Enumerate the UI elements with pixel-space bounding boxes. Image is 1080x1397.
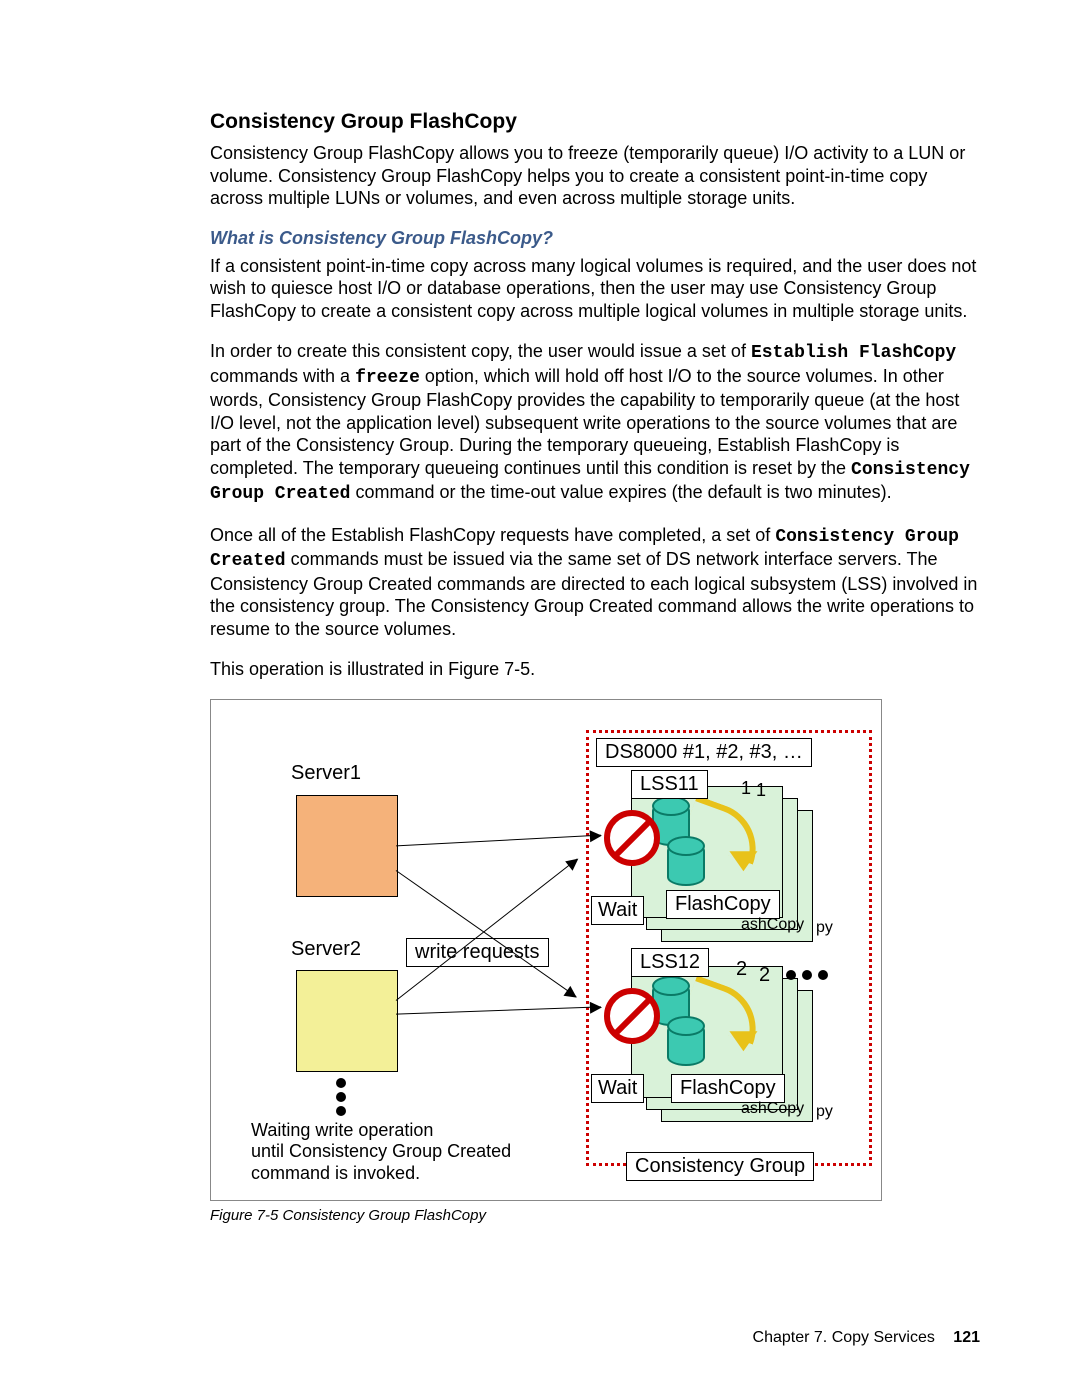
lss12-suffix-2b: 2 — [759, 964, 770, 987]
arrow-server2-to-lss12 — [396, 1006, 601, 1014]
page-footer: Chapter 7. Copy Services 121 — [753, 1329, 980, 1347]
footer-chapter: Chapter 7. Copy Services — [753, 1329, 935, 1346]
lss12-suffix-2a: 2 — [736, 958, 747, 981]
p2-text-a: In order to create this consistent copy,… — [210, 341, 751, 361]
section-heading: Consistency Group FlashCopy — [210, 110, 980, 134]
paragraph-3: Once all of the Establish FlashCopy requ… — [210, 524, 980, 641]
note-line-2: until Consistency Group Created — [251, 1141, 511, 1161]
cylinder-icon — [667, 842, 705, 886]
paragraph-2: In order to create this consistent copy,… — [210, 340, 980, 506]
figure-caption: Figure 7-5 Consistency Group FlashCopy — [210, 1207, 980, 1224]
paragraph-4: This operation is illustrated in Figure … — [210, 658, 980, 681]
p2-text-b: commands with a — [210, 366, 355, 386]
label-wait-2: Wait — [591, 1074, 644, 1103]
label-flashcopy-1b: ashCopy — [741, 916, 804, 934]
subheading: What is Consistency Group FlashCopy? — [210, 228, 980, 249]
label-server2: Server2 — [291, 938, 361, 961]
label-flashcopy-2c: py — [816, 1103, 833, 1121]
label-consistency-group: Consistency Group — [626, 1152, 814, 1181]
label-lss12: LSS12 — [631, 948, 709, 977]
paragraph-1: If a consistent point-in-time copy acros… — [210, 255, 980, 323]
label-flashcopy-2: FlashCopy — [671, 1074, 785, 1103]
arrow-server1-to-lss11 — [396, 834, 601, 846]
cmd-establish-flashcopy: Establish FlashCopy — [751, 343, 956, 363]
lss11-suffix-1a: 1 — [741, 778, 751, 799]
label-flashcopy-1c: py — [816, 919, 833, 937]
p2-text-d: command or the time-out value expires (t… — [350, 482, 891, 502]
vertical-ellipsis-icon — [336, 1078, 346, 1116]
intro-paragraph: Consistency Group FlashCopy allows you t… — [210, 142, 980, 210]
server1-box — [296, 795, 398, 897]
lss11-suffix-1b: 1 — [756, 780, 766, 801]
label-flashcopy-2b: ashCopy — [741, 1100, 804, 1118]
footer-page-number: 121 — [953, 1329, 980, 1346]
no-entry-icon — [604, 988, 660, 1044]
note-line-3: command is invoked. — [251, 1163, 420, 1183]
horizontal-ellipsis-icon — [786, 970, 828, 980]
figure-note: Waiting write operation until Consistenc… — [251, 1120, 511, 1185]
label-lss11: LSS11 — [631, 770, 708, 799]
label-server1: Server1 — [291, 762, 361, 785]
p3-text-b: commands must be issued via the same set… — [210, 549, 977, 639]
cylinder-icon — [667, 1022, 705, 1066]
figure-7-5: Server1 Server2 write requests Waiting w… — [210, 699, 882, 1201]
cmd-freeze: freeze — [355, 368, 420, 388]
server2-box — [296, 970, 398, 1072]
label-wait-1: Wait — [591, 896, 644, 925]
note-line-1: Waiting write operation — [251, 1120, 433, 1140]
label-flashcopy-1: FlashCopy — [666, 890, 780, 919]
p3-text-a: Once all of the Establish FlashCopy requ… — [210, 525, 775, 545]
label-ds8000: DS8000 #1, #2, #3, … — [596, 738, 812, 767]
no-entry-icon — [604, 810, 660, 866]
